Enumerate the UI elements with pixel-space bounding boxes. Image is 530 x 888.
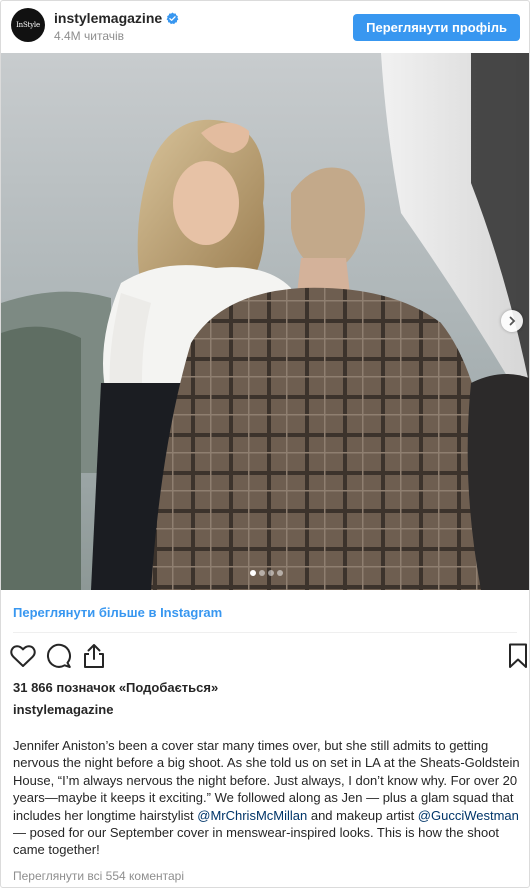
mention-link[interactable]: @GucciWestman [418,808,519,823]
comment-icon [47,643,71,668]
post-image[interactable] [1,53,529,590]
instagram-embed: InStyle instylemagazine 4.4M читачів Пер… [0,0,530,888]
caption-text: Jennifer Aniston’s been a cover star man… [13,737,523,859]
share-icon [84,644,104,668]
carousel-dot [259,570,265,576]
like-count[interactable]: 31 866 позначок «Подобається» [13,680,218,695]
comment-button[interactable] [45,642,73,670]
mention-link[interactable]: @MrChrisMcMillan [197,808,307,823]
view-profile-button[interactable]: Переглянути профіль [353,14,520,41]
next-slide-button[interactable] [501,310,523,332]
carousel-dots [250,570,283,576]
post-header: InStyle instylemagazine 4.4M читачів Пер… [1,1,529,53]
username-row: instylemagazine [54,10,179,26]
carousel-dot [250,570,256,576]
carousel-dot [277,570,283,576]
bookmark-icon [509,643,527,668]
action-bar [9,642,527,672]
caption-username[interactable]: instylemagazine [13,702,113,717]
view-comments-link[interactable]: Переглянути всі 554 коментарі [13,869,184,883]
face [173,161,239,245]
avatar[interactable]: InStyle [11,8,45,42]
save-button[interactable] [504,642,529,670]
trees-left [1,326,81,590]
photo-scene [1,53,529,590]
crew-member [467,374,529,590]
follower-count: 4.4M читачів [54,29,125,43]
view-more-link[interactable]: Переглянути більше в Instagram [13,605,222,620]
like-button[interactable] [9,642,37,670]
divider [13,632,517,633]
caption-body: — posed for our September cover in mensw… [13,825,500,858]
carousel-dot [268,570,274,576]
username-link[interactable]: instylemagazine [54,10,162,26]
share-button[interactable] [80,642,108,670]
caption-body: and makeup artist [307,807,418,823]
verified-badge-icon [166,12,179,25]
chevron-right-icon [509,316,516,326]
heart-icon [10,645,36,667]
